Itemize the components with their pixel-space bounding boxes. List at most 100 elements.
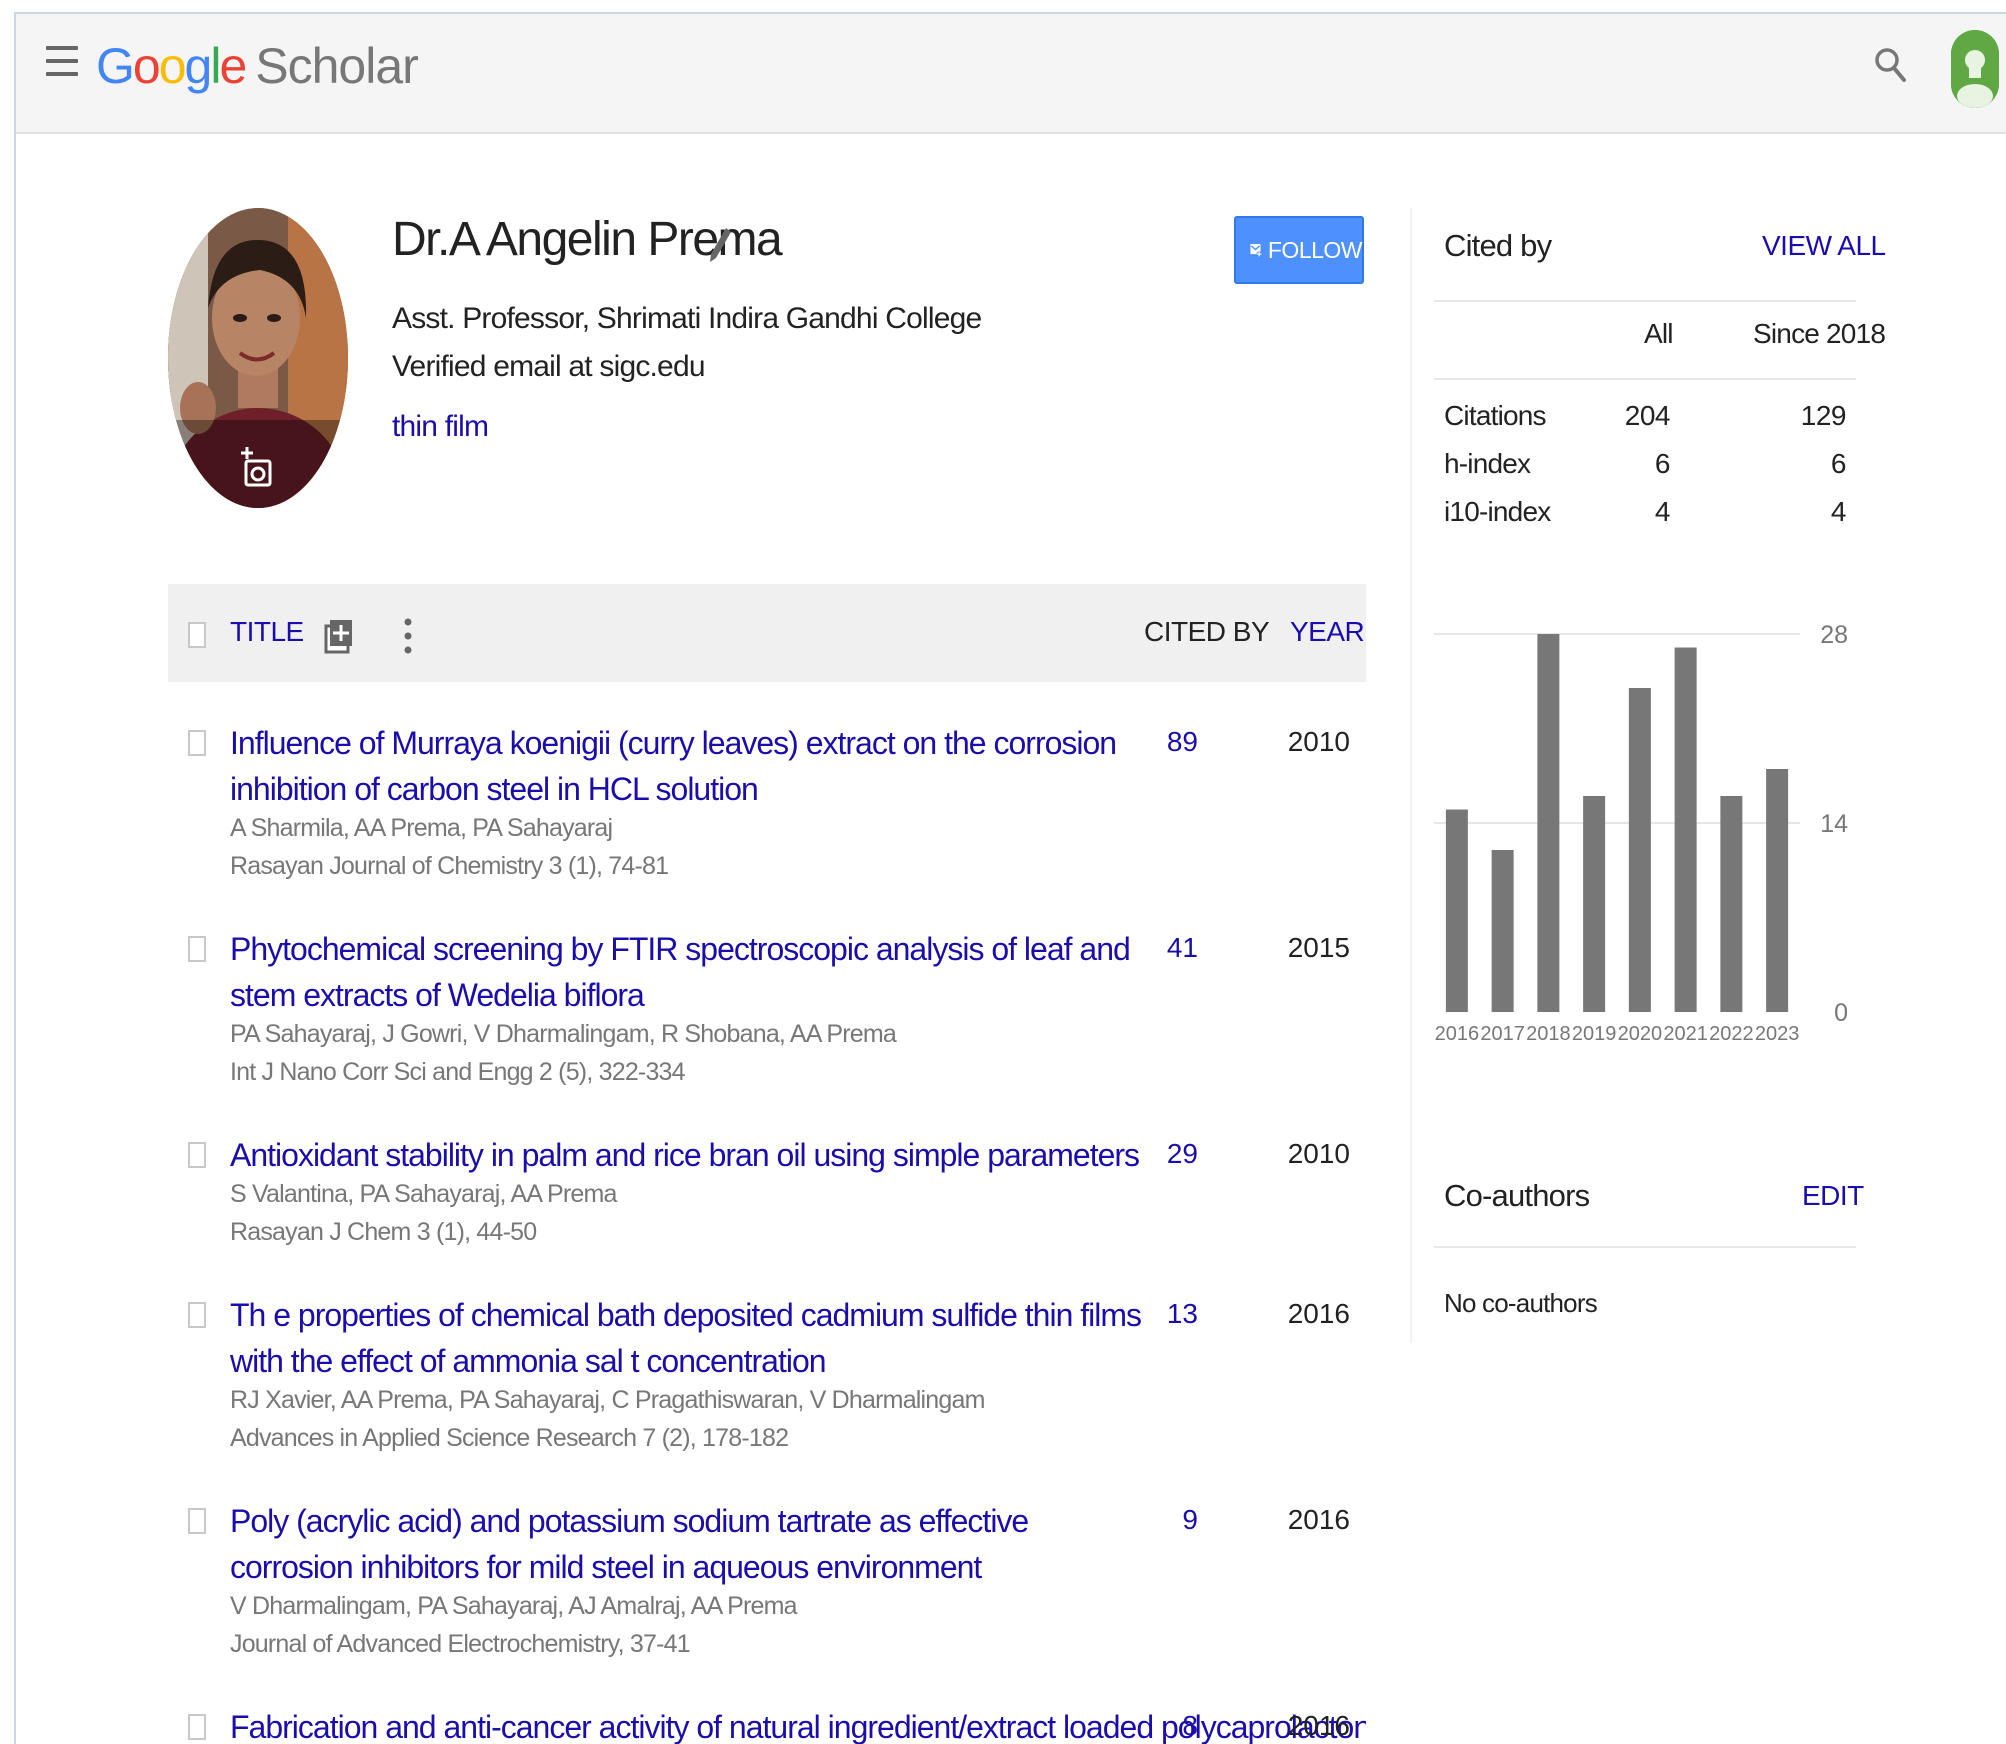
divider [1434,1246,1856,1248]
article-checkbox[interactable] [188,1508,206,1534]
article-cited-by-link[interactable]: 41 [1128,932,1198,964]
article-year: 2016 [1287,1710,1350,1741]
x-tick-label: 2022 [1709,1023,1754,1045]
article-row: Poly (acrylic acid) and potassium sodium… [168,1498,1366,1668]
column-since-2018: Since 2018 [1753,318,1886,349]
x-tick-label: 2023 [1755,1023,1800,1045]
article-venue: Advances in Applied Science Research 7 (… [230,1424,789,1452]
x-tick-label: 2017 [1480,1023,1525,1045]
google-scholar-logo[interactable]: Google Scholar [96,34,419,98]
article-year: 2015 [1287,932,1350,963]
view-all-link[interactable]: VIEW ALL [1762,230,1886,262]
articles-table-header: TITLE CITED BY YEAR [168,584,1366,682]
citation-bar-2021[interactable] [1674,647,1697,1013]
article-title-link[interactable]: Phytochemical screening by FTIR spectros… [230,926,1150,1018]
article-row: Influence of Murraya koenigii (curry lea… [168,720,1366,890]
article-row: Fabrication and anti-cancer activity of … [168,1704,1366,1744]
citation-bar-2016[interactable] [1445,809,1468,1013]
logo-scholar-text: Scholar [255,38,419,94]
window-border-left [14,12,16,1744]
stat-citations-since: 129 [1800,400,1847,431]
follow-label: FOLLOW [1267,236,1363,263]
x-tick-label: 2018 [1526,1023,1571,1045]
x-tick-label: 2019 [1572,1023,1617,1045]
citation-bar-2022[interactable] [1720,796,1743,1012]
select-all-checkbox[interactable] [188,622,206,648]
article-cited-by-link[interactable]: 9 [1128,1504,1198,1536]
co-authors-heading: Co-authors [1444,1178,1590,1213]
article-checkbox[interactable] [188,1142,206,1168]
stat-label-i10-index: i10-index [1444,496,1551,527]
article-authors: A Sharmila, AA Prema, PA Sahayaraj [230,814,613,842]
citation-bar-2017[interactable] [1491,850,1514,1012]
follow-mail-icon [1250,244,1262,257]
add-article-icon[interactable] [324,614,354,658]
research-interest-link[interactable]: thin film [392,410,489,444]
article-checkbox[interactable] [188,1714,206,1740]
citation-bar-2023[interactable] [1766,769,1789,1012]
stat-i10-index-all: 4 [1654,496,1671,527]
sort-by-title[interactable]: TITLE [230,616,304,648]
add-photo-icon[interactable] [240,445,274,489]
y-tick-label: 14 [1820,810,1848,838]
article-authors: RJ Xavier, AA Prema, PA Sahayaraj, C Pra… [230,1386,985,1414]
column-all: All [1644,318,1674,349]
article-venue: Rasayan Journal of Chemistry 3 (1), 74-8… [230,852,669,880]
search-icon[interactable] [1871,40,1911,88]
divider [1434,378,1856,380]
article-year: 2016 [1287,1298,1350,1329]
article-authors: V Dharmalingam, PA Sahayaraj, AJ Amalraj… [230,1592,798,1620]
profile-affiliation: Asst. Professor, Shrimati Indira Gandhi … [392,302,982,335]
x-tick-label: 2021 [1663,1023,1708,1045]
article-year: 2010 [1287,726,1350,757]
stat-citations-all: 204 [1624,400,1671,431]
article-cited-by-link[interactable]: 29 [1128,1138,1198,1170]
x-tick-label: 2020 [1618,1023,1663,1045]
citations-per-year-chart: 0 14 28 2016 2017 2018 2019 2020 2021 2022 2023 [1434,621,1848,1045]
menu-icon[interactable] [46,46,78,76]
no-co-authors-text: No co-authors [1444,1288,1598,1318]
verified-email: Verified email at sigc.edu [392,350,706,383]
article-row: Antioxidant stability in palm and rice b… [168,1132,1366,1262]
article-authors: PA Sahayaraj, J Gowri, V Dharmalingam, R… [230,1020,897,1048]
cited-by-heading: Cited by [1444,228,1552,263]
article-title-link[interactable]: Antioxidant stability in palm and rice b… [230,1132,1150,1178]
y-tick-label: 28 [1820,621,1848,649]
article-title-link[interactable]: Fabrication and anti-cancer activity of … [230,1704,1366,1744]
article-row: Th e properties of chemical bath deposit… [168,1292,1366,1462]
sort-by-year[interactable]: YEAR [1290,616,1365,648]
article-cited-by-link[interactable]: 13 [1128,1298,1198,1330]
article-authors: S Valantina, PA Sahayaraj, AA Prema [230,1180,617,1208]
article-venue: Rasayan J Chem 3 (1), 44-50 [230,1218,537,1246]
article-year: 2016 [1287,1504,1350,1535]
article-title-link[interactable]: Th e properties of chemical bath deposit… [230,1292,1150,1384]
x-tick-label: 2016 [1435,1023,1480,1045]
article-venue: Journal of Advanced Electrochemistry, 37… [230,1630,691,1658]
y-tick-label: 0 [1834,999,1848,1027]
article-title-link[interactable]: Poly (acrylic acid) and potassium sodium… [230,1498,1150,1590]
stat-i10-index-since: 4 [1830,496,1847,527]
stat-h-index-since: 6 [1830,448,1847,479]
sort-by-cited-by[interactable]: CITED BY [1144,616,1270,648]
stat-label-h-index: h-index [1444,448,1531,479]
citation-bar-2019[interactable] [1583,796,1606,1012]
article-checkbox[interactable] [188,1302,206,1328]
divider [1434,300,1856,302]
sidebar-divider [1410,208,1412,1343]
article-cited-by-link[interactable]: 8 [1128,1710,1198,1742]
citation-bar-2020[interactable] [1628,688,1651,1012]
top-app-bar: Google Scholar [16,14,2006,134]
follow-button[interactable]: FOLLOW [1234,216,1364,284]
article-checkbox[interactable] [188,730,206,756]
account-avatar[interactable] [1951,30,1999,108]
article-checkbox[interactable] [188,936,206,962]
article-title-link[interactable]: Influence of Murraya koenigii (curry lea… [230,720,1150,812]
edit-co-authors-link[interactable]: EDIT [1802,1180,1864,1212]
article-cited-by-link[interactable]: 89 [1128,726,1198,758]
edit-pencil-icon[interactable] [708,226,732,264]
article-year: 2010 [1287,1138,1350,1169]
article-venue: Int J Nano Corr Sci and Engg 2 (5), 322-… [230,1058,686,1086]
citation-bar-2018[interactable] [1537,634,1560,1012]
more-actions-icon[interactable] [402,614,414,658]
stat-h-index-all: 6 [1654,448,1671,479]
